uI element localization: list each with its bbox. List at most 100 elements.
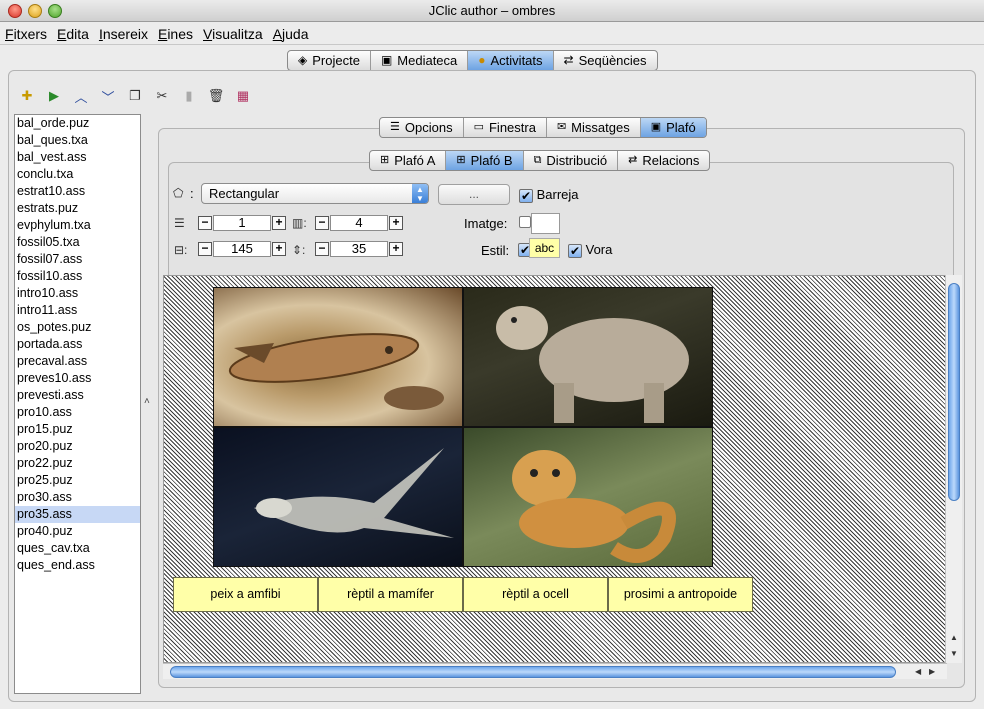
list-item[interactable]: estrats.puz <box>15 200 140 217</box>
rows-decrement-button[interactable]: − <box>198 216 212 230</box>
list-item[interactable]: fossil10.ass <box>15 268 140 285</box>
width-increment-button[interactable]: + <box>272 242 286 256</box>
list-item[interactable]: preves10.ass <box>15 370 140 387</box>
list-item[interactable]: intro10.ass <box>15 285 140 302</box>
tab-relacions[interactable]: ⇄ Relacions <box>618 151 709 170</box>
tab-finestra[interactable]: ▭ Finestra <box>464 118 547 137</box>
cols-input[interactable]: 4 <box>330 215 388 231</box>
window-icon: ▭ <box>473 121 484 133</box>
panel-icon: ▣ <box>650 121 662 133</box>
list-item[interactable]: fossil07.ass <box>15 251 140 268</box>
image-checkbox[interactable] <box>519 216 531 228</box>
close-window-button[interactable] <box>8 4 22 18</box>
list-item[interactable]: intro11.ass <box>15 302 140 319</box>
tab-mediateca[interactable]: ▣ Mediateca <box>371 51 469 70</box>
rows-increment-button[interactable]: + <box>272 216 286 230</box>
list-item[interactable]: fossil05.txa <box>15 234 140 251</box>
image-cell-bird[interactable] <box>213 427 463 567</box>
list-item[interactable]: pro35.ass <box>15 506 140 523</box>
cols-decrement-button[interactable]: − <box>315 216 329 230</box>
shape-select[interactable]: Rectangular ▲ ▼ <box>201 183 429 204</box>
paste-icon[interactable]: ▮ <box>180 87 198 105</box>
new-activity-icon[interactable]: ✚ <box>18 87 36 105</box>
list-item[interactable]: prevesti.ass <box>15 387 140 404</box>
list-item[interactable]: bal_ques.txa <box>15 132 140 149</box>
shuffle-checkbox[interactable]: ✔ <box>519 188 533 203</box>
play-icon[interactable]: ▶ <box>45 87 63 105</box>
list-item[interactable]: pro40.puz <box>15 523 140 540</box>
bird-dinosaur-image <box>254 448 454 538</box>
style-preview[interactable]: abc <box>529 238 560 258</box>
scroll-right-icon[interactable]: ▶ <box>929 667 935 676</box>
border-checkbox[interactable]: ✔ <box>568 243 582 258</box>
scroll-up-icon[interactable]: ▲ <box>950 633 958 642</box>
width-icon: ⊟: <box>174 243 188 257</box>
splitter-handle[interactable]: ˄ <box>144 396 150 407</box>
height-input[interactable]: 35 <box>330 241 388 257</box>
move-up-icon[interactable]: ︿ <box>72 87 90 105</box>
minimize-window-button[interactable] <box>28 4 42 18</box>
horizontal-scrollbar[interactable]: ◀ ▶ <box>163 663 947 679</box>
image-preview[interactable] <box>531 213 560 234</box>
height-icon: ⇕: <box>292 243 306 257</box>
cols-increment-button[interactable]: + <box>389 216 403 230</box>
tab-distribucio[interactable]: ⧉ Distribució <box>524 151 619 170</box>
tab-missatges[interactable]: ✉ Missatges <box>547 118 641 137</box>
list-item[interactable]: ques_cav.txa <box>15 540 140 557</box>
delete-icon[interactable]: 🗑 <box>207 87 225 105</box>
list-item[interactable]: precaval.ass <box>15 353 140 370</box>
list-item[interactable]: bal_orde.puz <box>15 115 140 132</box>
list-item[interactable]: pro15.puz <box>15 421 140 438</box>
list-item[interactable]: bal_vest.ass <box>15 149 140 166</box>
grid-icon[interactable]: ▦ <box>234 87 252 105</box>
text-cell-2[interactable]: rèptil a mamífer <box>318 577 463 612</box>
menu-ajuda[interactable]: Ajuda <box>268 22 314 44</box>
horizontal-scroll-thumb[interactable] <box>170 666 896 678</box>
menu-visualitza[interactable]: Visualitza <box>198 22 268 44</box>
list-item[interactable]: pro30.ass <box>15 489 140 506</box>
list-item[interactable]: ques_end.ass <box>15 557 140 574</box>
tab-plafo-a[interactable]: ⊞ Plafó A <box>370 151 447 170</box>
width-decrement-button[interactable]: − <box>198 242 212 256</box>
cut-icon[interactable]: ✂ <box>153 87 171 105</box>
image-cell-primate[interactable] <box>463 427 713 567</box>
menu-edita[interactable]: Edita <box>52 22 94 44</box>
image-cell-mammal[interactable] <box>463 287 713 427</box>
list-item[interactable]: estrat10.ass <box>15 183 140 200</box>
menu-eines[interactable]: Eines <box>153 22 198 44</box>
tab-plafo[interactable]: ▣ Plafó <box>640 118 706 137</box>
scroll-down-icon[interactable]: ▼ <box>950 649 958 658</box>
height-increment-button[interactable]: + <box>389 242 403 256</box>
list-item[interactable]: pro10.ass <box>15 404 140 421</box>
rows-input[interactable]: 1 <box>213 215 271 231</box>
menu-fitxers[interactable]: Fitxers <box>0 22 52 44</box>
maximize-window-button[interactable] <box>48 4 62 18</box>
copy-icon[interactable]: ❐ <box>126 87 144 105</box>
width-input[interactable]: 145 <box>213 241 271 257</box>
shaper-options-button[interactable]: ... <box>438 184 510 205</box>
activity-list[interactable]: bal_orde.puz bal_ques.txa bal_vest.ass conc… <box>14 114 141 694</box>
height-decrement-button[interactable]: − <box>315 242 329 256</box>
tab-sequencies[interactable]: ⇄ Seqüències <box>554 51 657 70</box>
tab-opcions[interactable]: ☰ Opcions <box>380 118 464 137</box>
tab-projecte[interactable]: ◈ Projecte <box>288 51 371 70</box>
vertical-scroll-thumb[interactable] <box>948 283 960 501</box>
scroll-left-icon[interactable]: ◀ <box>915 667 921 676</box>
move-down-icon[interactable]: ﹀ <box>99 87 117 105</box>
tab-activitats[interactable]: ● Activitats <box>468 51 554 70</box>
menu-insereix[interactable]: Insereix <box>94 22 153 44</box>
text-cell-3[interactable]: rèptil a ocell <box>463 577 608 612</box>
vertical-scrollbar[interactable]: ▲ ▼ <box>945 275 962 663</box>
list-item[interactable]: os_potes.puz <box>15 319 140 336</box>
list-item[interactable]: pro20.puz <box>15 438 140 455</box>
list-item[interactable]: evphylum.txa <box>15 217 140 234</box>
tab-plafo-b[interactable]: ⊞ Plafó B <box>446 151 524 170</box>
messages-icon: ✉ <box>556 121 567 133</box>
image-cell-fish[interactable] <box>213 287 463 427</box>
list-item[interactable]: portada.ass <box>15 336 140 353</box>
text-cell-4[interactable]: prosimi a antropoide <box>608 577 753 612</box>
list-item[interactable]: pro25.puz <box>15 472 140 489</box>
list-item[interactable]: conclu.txa <box>15 166 140 183</box>
text-cell-1[interactable]: peix a amfibi <box>173 577 318 612</box>
list-item[interactable]: pro22.puz <box>15 455 140 472</box>
